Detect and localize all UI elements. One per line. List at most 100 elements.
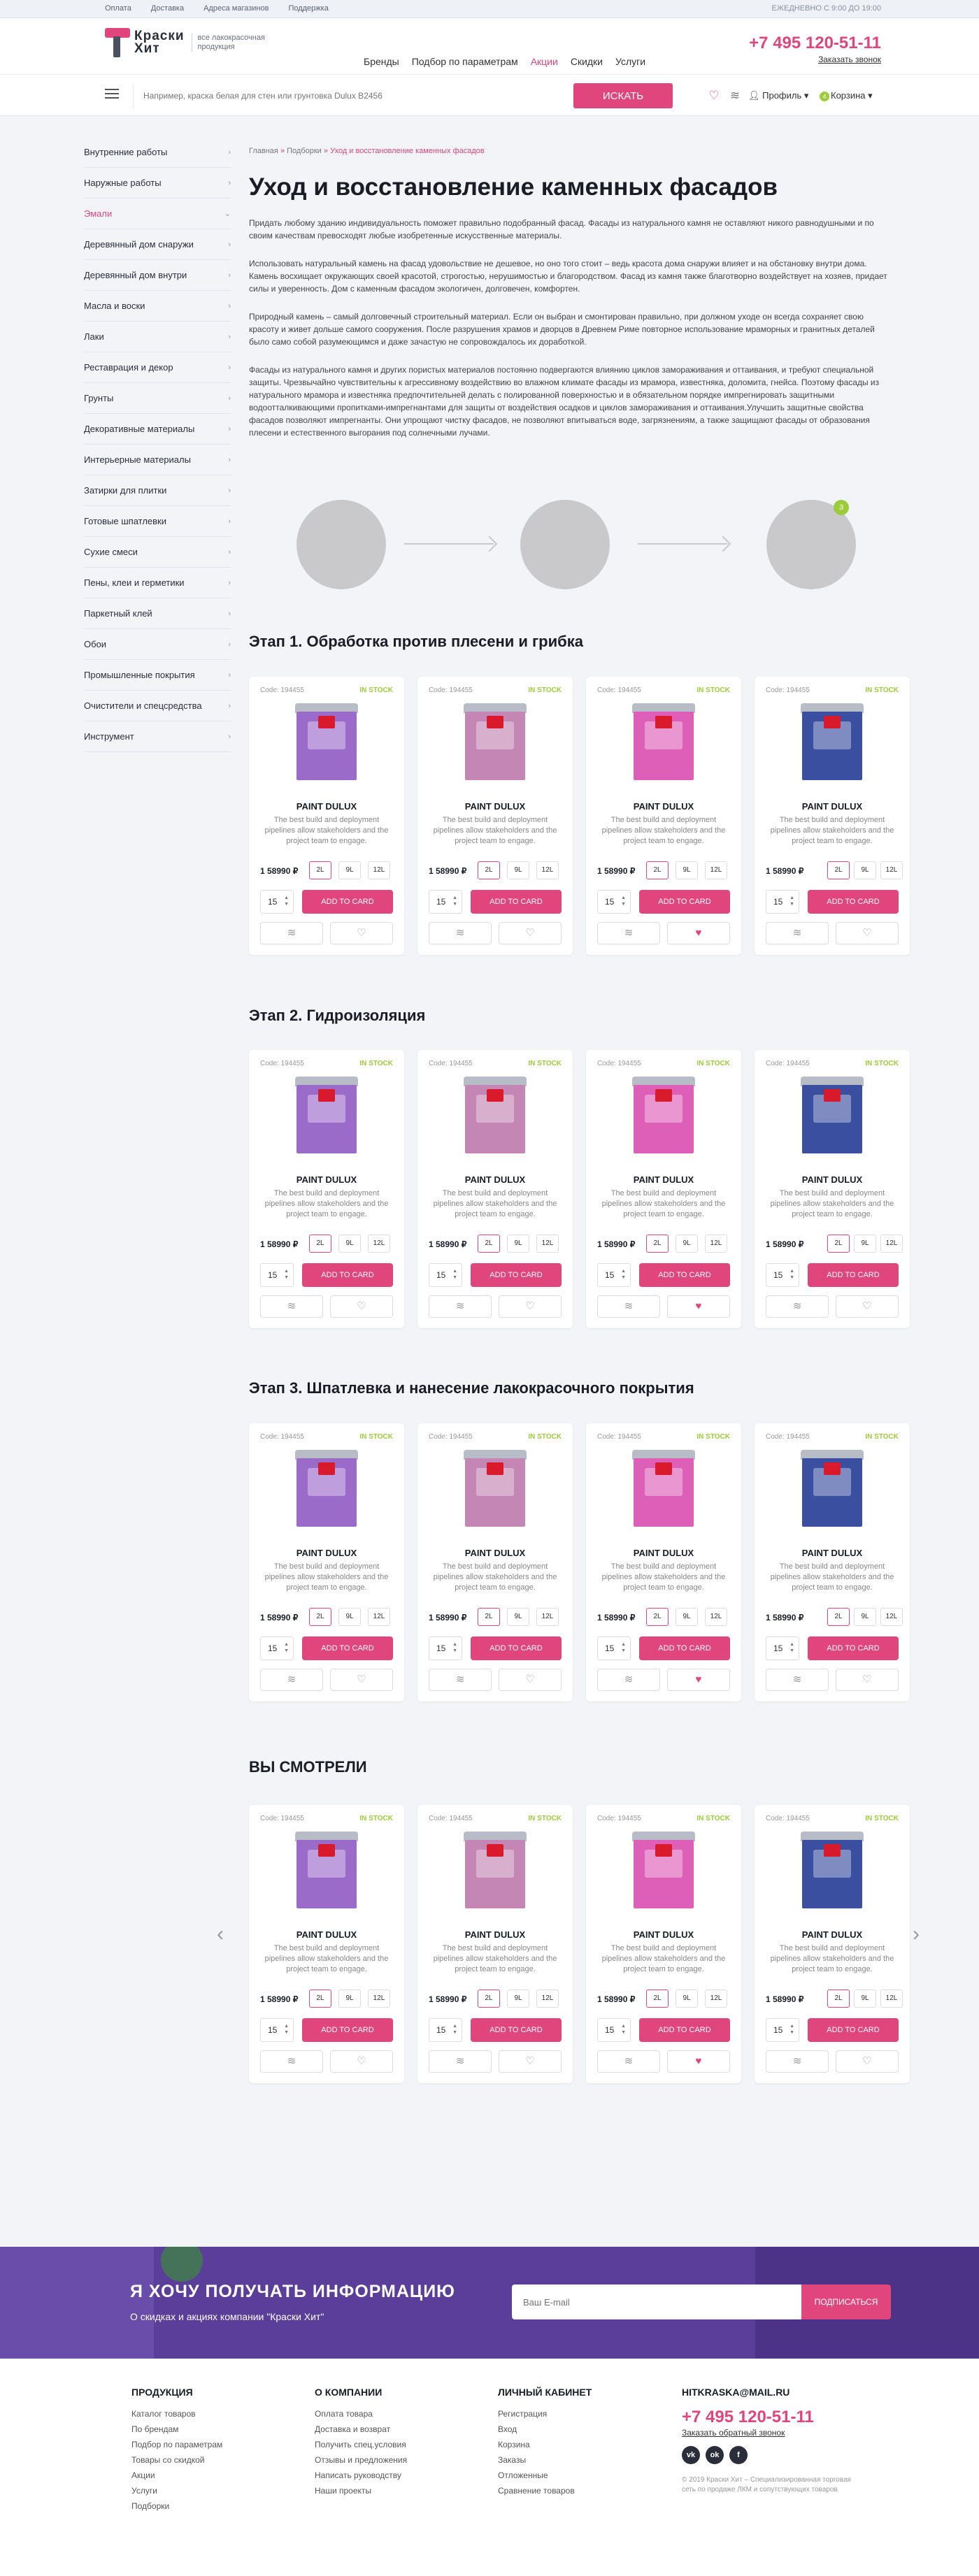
sidebar-item[interactable]: Лаки › [84,322,231,352]
compare-icon[interactable]: ≋ [597,1295,660,1318]
volume-option[interactable]: 12L [536,861,559,879]
sidebar-item[interactable]: Реставрация и декор › [84,352,231,383]
slider-next-icon[interactable]: › [913,1922,920,1946]
volume-option[interactable]: 9L [676,1608,698,1626]
product-card[interactable]: Code: 194455 IN STOCK PAINT DULUX The best … [586,1050,741,1328]
footer-link[interactable]: Оплата товара [315,2406,407,2422]
sidebar-item[interactable]: Грунты › [84,383,231,414]
volume-option[interactable]: 2L [646,1989,669,2008]
cart-menu[interactable]: 4 Корзина ▾ [820,90,873,101]
compare-icon[interactable]: ≋ [260,922,323,944]
product-card[interactable]: Code: 194455 IN STOCK PAINT DULUX The best … [586,1805,741,2083]
quantity-stepper[interactable]: 15 ▲ ▼ [766,890,799,914]
footer-link[interactable]: Подборки [131,2498,222,2514]
product-image[interactable] [295,1077,358,1153]
volume-option[interactable]: 2L [827,1235,850,1253]
product-name[interactable]: PAINT DULUX [586,1174,741,1185]
heart-icon[interactable]: ♡ [330,2050,393,2073]
volume-option[interactable]: 12L [368,1608,390,1626]
compare-icon[interactable]: ≋ [597,922,660,944]
volume-option[interactable]: 9L [507,1989,529,2008]
profile-menu[interactable]: 👤︎ Профиль ▾ [748,90,808,101]
sidebar-item[interactable]: Пены, клеи и герметики › [84,568,231,598]
footer-link[interactable]: Заказы [498,2452,592,2468]
compare-icon[interactable]: ≋ [597,2050,660,2073]
compare-icon[interactable]: ≋ [766,1295,829,1318]
volume-option[interactable]: 9L [676,861,698,879]
quantity-stepper[interactable]: 15 ▲ ▼ [597,890,631,914]
quantity-stepper[interactable]: 15 ▲ ▼ [429,1636,462,1660]
stepper-arrows-icon[interactable]: ▲ ▼ [452,2023,457,2036]
search-button[interactable]: ИСКАТЬ [573,83,673,108]
sidebar-item[interactable]: Интерьерные материалы › [84,445,231,475]
subscribe-button[interactable]: ПОДПИСАТЬСЯ [801,2284,891,2319]
header-phone[interactable]: +7 495 120-51-11 [749,34,881,53]
quantity-stepper[interactable]: 15 ▲ ▼ [260,1636,294,1660]
product-name[interactable]: PAINT DULUX [417,1548,573,1558]
add-to-cart-button[interactable]: ADD TO CARD [471,1263,562,1287]
volume-option[interactable]: 9L [854,1608,876,1626]
add-to-cart-button[interactable]: ADD TO CARD [808,2018,899,2042]
product-image[interactable] [801,1450,864,1527]
heart-icon[interactable]: ♡ [330,1669,393,1691]
stepper-arrows-icon[interactable]: ▲ ▼ [621,895,626,907]
stepper-arrows-icon[interactable]: ▲ ▼ [452,1641,457,1654]
add-to-cart-button[interactable]: ADD TO CARD [302,890,393,914]
top-link-payment[interactable]: Оплата [105,4,131,13]
add-to-cart-button[interactable]: ADD TO CARD [639,2018,730,2042]
heart-icon[interactable]: ♥ [667,922,730,944]
volume-option[interactable]: 9L [507,1235,529,1253]
footer-link[interactable]: Сравнение товаров [498,2483,592,2498]
sidebar-item[interactable]: Очистители и спецсредства › [84,691,231,721]
product-card[interactable]: Code: 194455 IN STOCK PAINT DULUX The best … [249,1805,404,2083]
volume-option[interactable]: 12L [536,1235,559,1253]
product-card[interactable]: Code: 194455 IN STOCK PAINT DULUX The best … [755,1423,910,1701]
compare-icon[interactable]: ≋ [260,1669,323,1691]
product-card[interactable]: Code: 194455 IN STOCK PAINT DULUX The best … [249,677,404,955]
stepper-arrows-icon[interactable]: ▲ ▼ [789,895,794,907]
quantity-stepper[interactable]: 15 ▲ ▼ [429,890,462,914]
add-to-cart-button[interactable]: ADD TO CARD [808,1636,899,1660]
product-name[interactable]: PAINT DULUX [755,801,910,812]
product-card[interactable]: Code: 194455 IN STOCK PAINT DULUX The best … [417,1805,573,2083]
heart-icon[interactable]: ♡ [499,1669,562,1691]
product-name[interactable]: PAINT DULUX [586,801,741,812]
odnoklassniki-icon[interactable]: ok [706,2446,724,2464]
product-image[interactable] [632,1450,695,1527]
quantity-stepper[interactable]: 15 ▲ ▼ [766,1263,799,1287]
sidebar-item[interactable]: Масла и воски › [84,291,231,322]
footer-email[interactable]: HITKRASKA@MAIL.RU [682,2387,864,2398]
quantity-stepper[interactable]: 15 ▲ ▼ [766,2018,799,2042]
compare-icon[interactable]: ≋ [429,1295,492,1318]
heart-icon[interactable]: ♡ [836,2050,899,2073]
sidebar-item[interactable]: Внутренние работы › [84,137,231,168]
volume-option[interactable]: 9L [507,861,529,879]
nav-promotions[interactable]: Акции [531,56,558,67]
quantity-stepper[interactable]: 15 ▲ ▼ [597,1263,631,1287]
product-image[interactable] [632,1832,695,1908]
product-card[interactable]: Code: 194455 IN STOCK PAINT DULUX The best … [417,1423,573,1701]
footer-link[interactable]: По брендам [131,2422,222,2437]
product-card[interactable]: Code: 194455 IN STOCK PAINT DULUX The best … [417,677,573,955]
product-name[interactable]: PAINT DULUX [249,1548,404,1558]
footer-link[interactable]: Каталог товаров [131,2406,222,2422]
footer-link[interactable]: Наши проекты [315,2483,407,2498]
quantity-stepper[interactable]: 15 ▲ ▼ [597,1636,631,1660]
nav-services[interactable]: Услуги [615,56,645,67]
volume-option[interactable]: 12L [880,1989,903,2008]
volume-option[interactable]: 12L [705,1989,727,2008]
product-image[interactable] [295,1832,358,1908]
product-card[interactable]: Code: 194455 IN STOCK PAINT DULUX The best … [586,1423,741,1701]
product-name[interactable]: PAINT DULUX [755,1174,910,1185]
quantity-stepper[interactable]: 15 ▲ ▼ [766,1636,799,1660]
heart-icon[interactable]: ♥ [667,1669,730,1691]
stepper-arrows-icon[interactable]: ▲ ▼ [621,1268,626,1281]
product-name[interactable]: PAINT DULUX [417,801,573,812]
volume-option[interactable]: 12L [368,1989,390,2008]
heart-icon[interactable]: ♡ [330,1295,393,1318]
volume-option[interactable]: 2L [646,1608,669,1626]
slider-prev-icon[interactable]: ‹ [217,1922,224,1946]
add-to-cart-button[interactable]: ADD TO CARD [639,1263,730,1287]
sidebar-item[interactable]: Затирки для плитки › [84,475,231,506]
quantity-stepper[interactable]: 15 ▲ ▼ [260,1263,294,1287]
